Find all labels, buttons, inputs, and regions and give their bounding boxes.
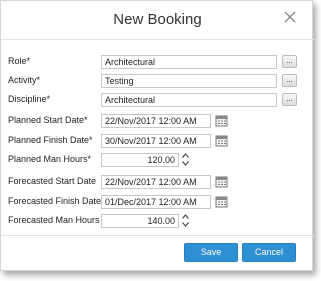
forecast-start-label: Forecasted Start Date — [8, 176, 97, 186]
dialog-title: New Booking — [113, 11, 202, 28]
discipline-lookup-button[interactable]: ... — [282, 93, 297, 106]
discipline-label: Discipline* — [8, 94, 51, 104]
forecast-start-input[interactable]: 22/Nov/2017 12:00 AM — [101, 175, 211, 189]
new-booking-dialog: New Booking Role* Architectural ... Acti… — [0, 0, 314, 271]
planned-hours-input[interactable]: 120.00 — [101, 153, 179, 167]
activity-field[interactable]: Testing — [101, 74, 277, 88]
activity-label: Activity* — [8, 75, 41, 85]
planned-hours-label: Planned Man Hours* — [8, 154, 92, 164]
save-button[interactable]: Save — [184, 243, 238, 262]
forecast-finish-label: Forecasted Finish Date — [8, 196, 102, 206]
planned-finish-input[interactable]: 30/Nov/2017 12:00 AM — [101, 134, 211, 148]
role-field[interactable]: Architectural — [101, 55, 277, 69]
planned-start-label: Planned Start Date* — [8, 115, 88, 125]
planned-finish-label: Planned Finish Date* — [8, 135, 93, 145]
activity-lookup-button[interactable]: ... — [282, 74, 297, 87]
close-icon[interactable] — [283, 10, 297, 24]
header-divider — [1, 39, 314, 40]
footer-divider — [1, 235, 314, 236]
planned-start-input[interactable]: 22/Nov/2017 12:00 AM — [101, 114, 211, 128]
calendar-icon[interactable] — [215, 195, 228, 208]
spinner-icon[interactable] — [181, 152, 190, 167]
role-label: Role* — [8, 56, 31, 66]
cancel-button[interactable]: Cancel — [242, 243, 296, 262]
discipline-field[interactable]: Architectural — [101, 93, 277, 107]
calendar-icon[interactable] — [215, 134, 228, 147]
role-lookup-button[interactable]: ... — [282, 55, 297, 68]
forecast-finish-input[interactable]: 01/Dec/2017 12:00 AM — [101, 195, 211, 209]
calendar-icon[interactable] — [215, 114, 228, 127]
forecast-hours-label: Forecasted Man Hours — [8, 215, 100, 225]
spinner-icon[interactable] — [181, 213, 190, 228]
forecast-hours-input[interactable]: 140.00 — [101, 214, 179, 228]
calendar-icon[interactable] — [215, 175, 228, 188]
